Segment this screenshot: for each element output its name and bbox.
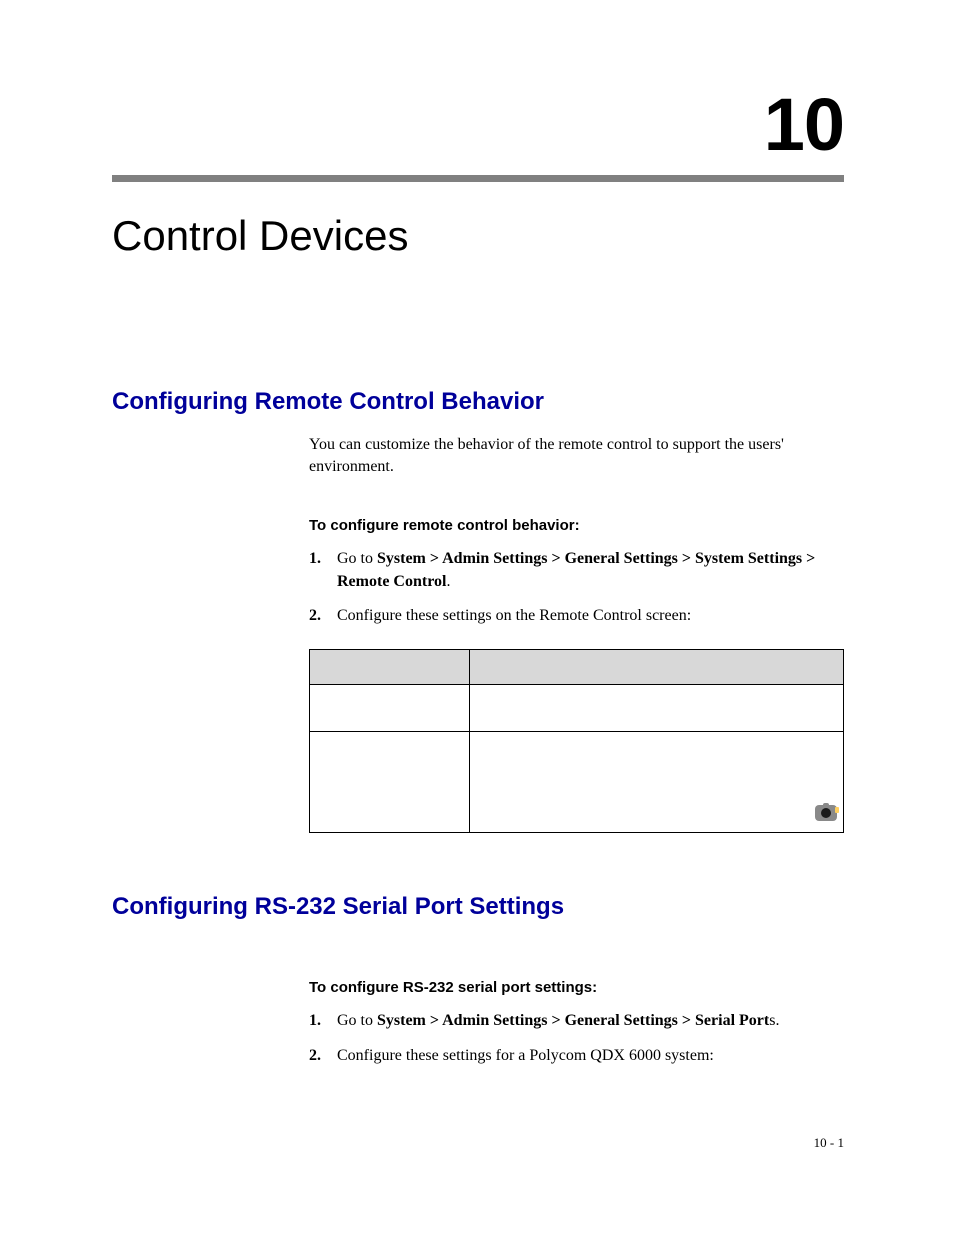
step-2: 2. Configure these settings on the Remot… — [309, 605, 844, 627]
section2-body: To configure RS-232 serial port settings… — [309, 939, 844, 1067]
intro-paragraph: You can customize the behavior of the re… — [309, 434, 844, 477]
menu-path: System > Admin Settings > General Settin… — [337, 550, 815, 589]
steps-remote: 1. Go to System > Admin Settings > Gener… — [309, 548, 844, 627]
section-heading-serial-port: Configuring RS-232 Serial Port Settings — [112, 893, 844, 921]
task-heading-serial: To configure RS-232 serial port settings… — [309, 979, 844, 996]
step-number: 1. — [309, 548, 337, 593]
step-number: 1. — [309, 1010, 337, 1032]
camera-icon — [815, 803, 837, 821]
table-cell — [470, 732, 844, 833]
table-cell — [470, 685, 844, 732]
step-text: Go to System > Admin Settings > General … — [337, 1010, 844, 1032]
step1-pre: Go to — [337, 550, 377, 567]
table-cell — [310, 685, 470, 732]
section1-body: You can customize the behavior of the re… — [309, 434, 844, 833]
page-footer: 10 - 1 — [814, 1135, 844, 1151]
settings-table — [309, 649, 844, 833]
step-1: 1. Go to System > Admin Settings > Gener… — [309, 548, 844, 593]
task-heading-remote: To configure remote control behavior: — [309, 517, 844, 534]
steps-serial: 1. Go to System > Admin Settings > Gener… — [309, 1010, 844, 1067]
step-text: Configure these settings on the Remote C… — [337, 605, 844, 627]
table-header-row — [310, 650, 844, 685]
step-text: Configure these settings for a Polycom Q… — [337, 1045, 844, 1067]
step-number: 2. — [309, 1045, 337, 1067]
chapter-number: 10 — [112, 82, 844, 167]
table-header-cell — [470, 650, 844, 685]
step-text: Go to System > Admin Settings > General … — [337, 548, 844, 593]
step-number: 2. — [309, 605, 337, 627]
chapter-title: Control Devices — [112, 212, 844, 260]
step-2: 2. Configure these settings for a Polyco… — [309, 1045, 844, 1067]
table-row — [310, 685, 844, 732]
table-header-cell — [310, 650, 470, 685]
menu-path: System > Admin Settings > General Settin… — [377, 1012, 769, 1029]
table-cell — [310, 732, 470, 833]
chapter-rule — [112, 175, 844, 182]
step-1: 1. Go to System > Admin Settings > Gener… — [309, 1010, 844, 1032]
table-row — [310, 732, 844, 833]
step1-post: . — [446, 573, 450, 590]
step1-pre: Go to — [337, 1012, 377, 1029]
step1-post: s. — [769, 1012, 779, 1029]
section-heading-remote-control: Configuring Remote Control Behavior — [112, 388, 844, 416]
page: 10 Control Devices Configuring Remote Co… — [0, 0, 954, 1235]
